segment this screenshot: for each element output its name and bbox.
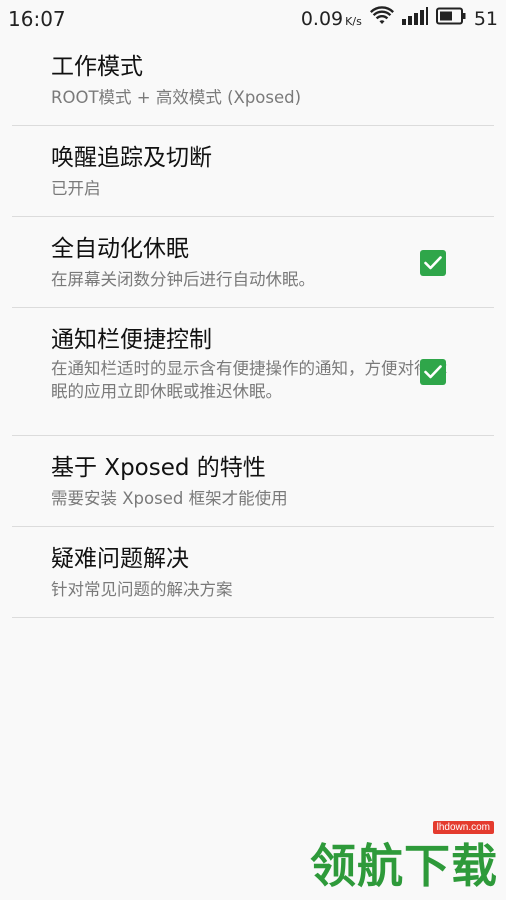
notification-control-checkbox[interactable] <box>420 359 446 385</box>
battery-icon <box>435 7 466 30</box>
setting-work-mode[interactable]: 工作模式 ROOT模式 + 高效模式 (Xposed) <box>12 44 494 126</box>
setting-title: 全自动化休眠 <box>51 236 189 262</box>
setting-wake-tracking[interactable]: 唤醒追踪及切断 已开启 <box>12 126 494 217</box>
network-speed-value: 0.09 <box>300 7 344 30</box>
setting-title: 疑难问题解决 <box>51 546 189 572</box>
status-indicators: 0.09 K/s 51 <box>301 6 498 31</box>
setting-title: 基于 Xposed 的特性 <box>51 455 266 481</box>
setting-xposed-features[interactable]: 基于 Xposed 的特性 需要安装 Xposed 框架才能使用 <box>12 436 494 527</box>
signal-icon <box>401 7 428 30</box>
watermark-domain: lhdown.com <box>432 821 494 834</box>
setting-auto-hibernate[interactable]: 全自动化休眠 在屏幕关闭数分钟后进行自动休眠。 <box>12 217 494 308</box>
setting-troubleshooting[interactable]: 疑难问题解决 针对常见问题的解决方案 <box>12 527 494 618</box>
setting-subtitle: 在通知栏适时的显示含有便捷操作的通知，方便对待休眠的应用立即休眠或推迟休眠。 <box>51 359 447 401</box>
wifi-icon <box>369 6 394 31</box>
network-speed: 0.09 K/s <box>301 8 362 30</box>
setting-subtitle: 需要安装 Xposed 框架才能使用 <box>51 489 288 508</box>
watermark-text: 领航下载 <box>310 839 498 893</box>
setting-title: 唤醒追踪及切断 <box>51 145 212 171</box>
settings-list: 工作模式 ROOT模式 + 高效模式 (Xposed) 唤醒追踪及切断 已开启 … <box>0 44 506 618</box>
checkmark-icon <box>424 365 442 379</box>
status-time: 16:07 <box>8 7 66 31</box>
network-speed-unit: K/s <box>345 14 362 28</box>
auto-hibernate-checkbox[interactable] <box>420 250 446 276</box>
watermark-logo: lhdown.com 领航下载 <box>310 821 498 896</box>
setting-notification-control[interactable]: 通知栏便捷控制 在通知栏适时的显示含有便捷操作的通知，方便对待休眠的应用立即休眠… <box>12 308 494 436</box>
setting-subtitle: 针对常见问题的解决方案 <box>51 580 233 599</box>
setting-title: 通知栏便捷控制 <box>51 327 212 353</box>
setting-title: 工作模式 <box>51 54 143 80</box>
setting-subtitle: 已开启 <box>51 179 101 198</box>
setting-subtitle: 在屏幕关闭数分钟后进行自动休眠。 <box>51 270 315 289</box>
setting-subtitle: ROOT模式 + 高效模式 (Xposed) <box>51 88 302 107</box>
battery-level: 51 <box>473 7 498 30</box>
status-bar: 16:07 0.09 K/s 51 <box>0 0 506 36</box>
checkmark-icon <box>424 256 442 270</box>
